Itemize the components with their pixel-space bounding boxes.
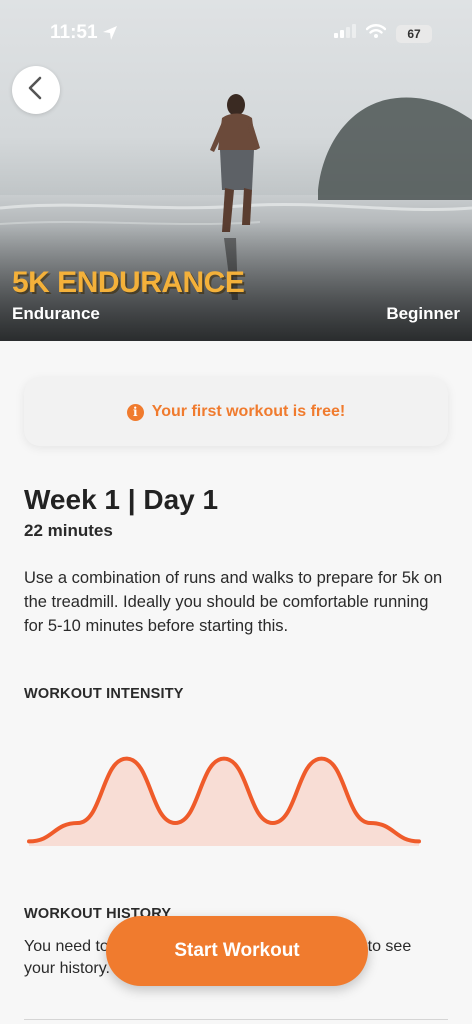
intensity-label: WORKOUT INTENSITY (24, 686, 184, 702)
location-arrow-icon (102, 25, 118, 46)
divider (24, 1019, 448, 1020)
program-title: 5K ENDURANCE (12, 266, 245, 299)
start-workout-button[interactable]: Start Workout (106, 916, 368, 986)
notice-text: Your first workout is free! (151, 403, 346, 420)
workout-title: Week 1 | Day 1 (24, 484, 219, 515)
status-bar: 11:51 67 (0, 0, 472, 70)
info-icon: i (126, 403, 144, 421)
chevron-left-icon (26, 76, 46, 105)
wifi-icon (365, 24, 387, 43)
back-button[interactable] (12, 66, 60, 114)
program-category: Endurance (12, 304, 100, 323)
workout-description: Use a combination of runs and walks to p… (24, 569, 443, 635)
program-level: Beginner (386, 304, 460, 323)
intensity-chart (27, 756, 421, 846)
status-time: 11:51 (50, 22, 98, 43)
battery-indicator: 67 (396, 24, 432, 43)
intensity-area (29, 758, 419, 846)
signal-icon (334, 24, 356, 43)
free-workout-notice: i Your first workout is free! (24, 378, 448, 446)
workout-duration: 22 minutes (24, 521, 113, 540)
